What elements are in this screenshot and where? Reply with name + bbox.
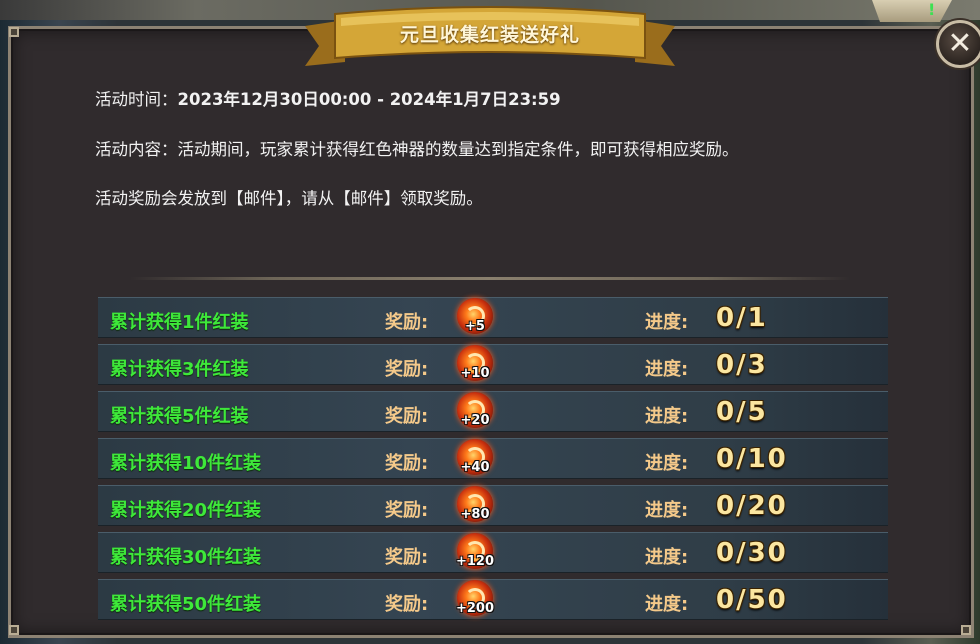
reward-quantity: +120 — [455, 554, 495, 569]
reward-label: 奖励: — [385, 594, 429, 615]
close-button[interactable]: ✕ — [936, 20, 980, 68]
reward-item[interactable]: +120 — [452, 532, 498, 574]
progress-label: 进度: — [645, 406, 689, 427]
reward-quantity: +10 — [460, 366, 490, 381]
reward-item[interactable]: +20 — [452, 391, 498, 433]
progress-value: 0/30 — [716, 538, 788, 568]
reward-quantity: +5 — [465, 319, 485, 334]
reward-item[interactable]: +40 — [452, 438, 498, 480]
reward-item[interactable]: +10 — [452, 344, 498, 386]
reward-label: 奖励: — [385, 547, 429, 568]
reward-label: 奖励: — [385, 312, 429, 333]
reward-item[interactable]: +80 — [452, 485, 498, 527]
progress-value: 0/10 — [716, 444, 788, 474]
reward-condition: 累计获得5件红装 — [110, 406, 249, 427]
activity-time-value: 2023年12月30日00:00 - 2024年1月7日23:59 — [177, 90, 561, 109]
reward-row: 累计获得50件红装 奖励: +200 进度: 0/50 — [98, 579, 888, 620]
progress-value: 0/5 — [716, 397, 768, 427]
progress-value: 0/1 — [716, 303, 768, 333]
reward-condition: 累计获得10件红装 — [110, 453, 262, 474]
reward-row: 累计获得20件红装 奖励: +80 进度: 0/20 — [98, 485, 888, 526]
reward-condition: 累计获得30件红装 — [110, 547, 262, 568]
exclamation-icon: ! — [928, 0, 936, 19]
progress-value: 0/50 — [716, 585, 788, 615]
reward-condition: 累计获得1件红装 — [110, 312, 249, 333]
reward-quantity: +20 — [460, 413, 490, 428]
reward-item[interactable]: +200 — [452, 579, 498, 621]
progress-label: 进度: — [645, 547, 689, 568]
progress-label: 进度: — [645, 500, 689, 521]
reward-row: 累计获得5件红装 奖励: +20 进度: 0/5 — [98, 391, 888, 432]
reward-quantity: +40 — [460, 460, 490, 475]
progress-label: 进度: — [645, 594, 689, 615]
progress-label: 进度: — [645, 453, 689, 474]
reward-row: 累计获得1件红装 奖励: +5 进度: 0/1 — [98, 297, 888, 338]
reward-quantity: +200 — [455, 601, 495, 616]
panel-corner-ornament — [961, 625, 971, 635]
reward-label: 奖励: — [385, 500, 429, 521]
reward-condition: 累计获得20件红装 — [110, 500, 262, 521]
top-right-badge — [872, 0, 952, 22]
reward-label: 奖励: — [385, 406, 429, 427]
reward-condition: 累计获得50件红装 — [110, 594, 262, 615]
title-ribbon: 元旦收集红装送好礼 — [305, 6, 675, 72]
reward-condition: 累计获得3件红装 — [110, 359, 249, 380]
window-title: 元旦收集红装送好礼 — [399, 24, 580, 46]
progress-label: 进度: — [645, 359, 689, 380]
activity-time: 活动时间：2023年12月30日00:00 - 2024年1月7日23:59 — [95, 86, 561, 110]
section-divider — [130, 277, 850, 280]
progress-value: 0/3 — [716, 350, 768, 380]
panel-corner-ornament — [9, 27, 19, 37]
reward-row: 累计获得10件红装 奖励: +40 进度: 0/10 — [98, 438, 888, 479]
progress-value: 0/20 — [716, 491, 788, 521]
reward-label: 奖励: — [385, 453, 429, 474]
reward-row: 累计获得30件红装 奖励: +120 进度: 0/30 — [98, 532, 888, 573]
reward-label: 奖励: — [385, 359, 429, 380]
panel-corner-ornament — [9, 625, 19, 635]
activity-content: 活动内容：活动期间，玩家累计获得红色神器的数量达到指定条件，即可获得相应奖励。 — [95, 140, 739, 159]
reward-list: 累计获得1件红装 奖励: +5 进度: 0/1 累计获得3件红装 奖励: +10… — [98, 297, 888, 626]
activity-time-label: 活动时间： — [95, 90, 178, 109]
reward-quantity: +80 — [460, 507, 490, 522]
reward-row: 累计获得3件红装 奖励: +10 进度: 0/3 — [98, 344, 888, 385]
mail-note: 活动奖励会发放到【邮件】，请从【邮件】领取奖励。 — [95, 189, 483, 208]
progress-label: 进度: — [645, 312, 689, 333]
close-icon: ✕ — [947, 26, 973, 61]
reward-item[interactable]: +5 — [452, 297, 498, 339]
